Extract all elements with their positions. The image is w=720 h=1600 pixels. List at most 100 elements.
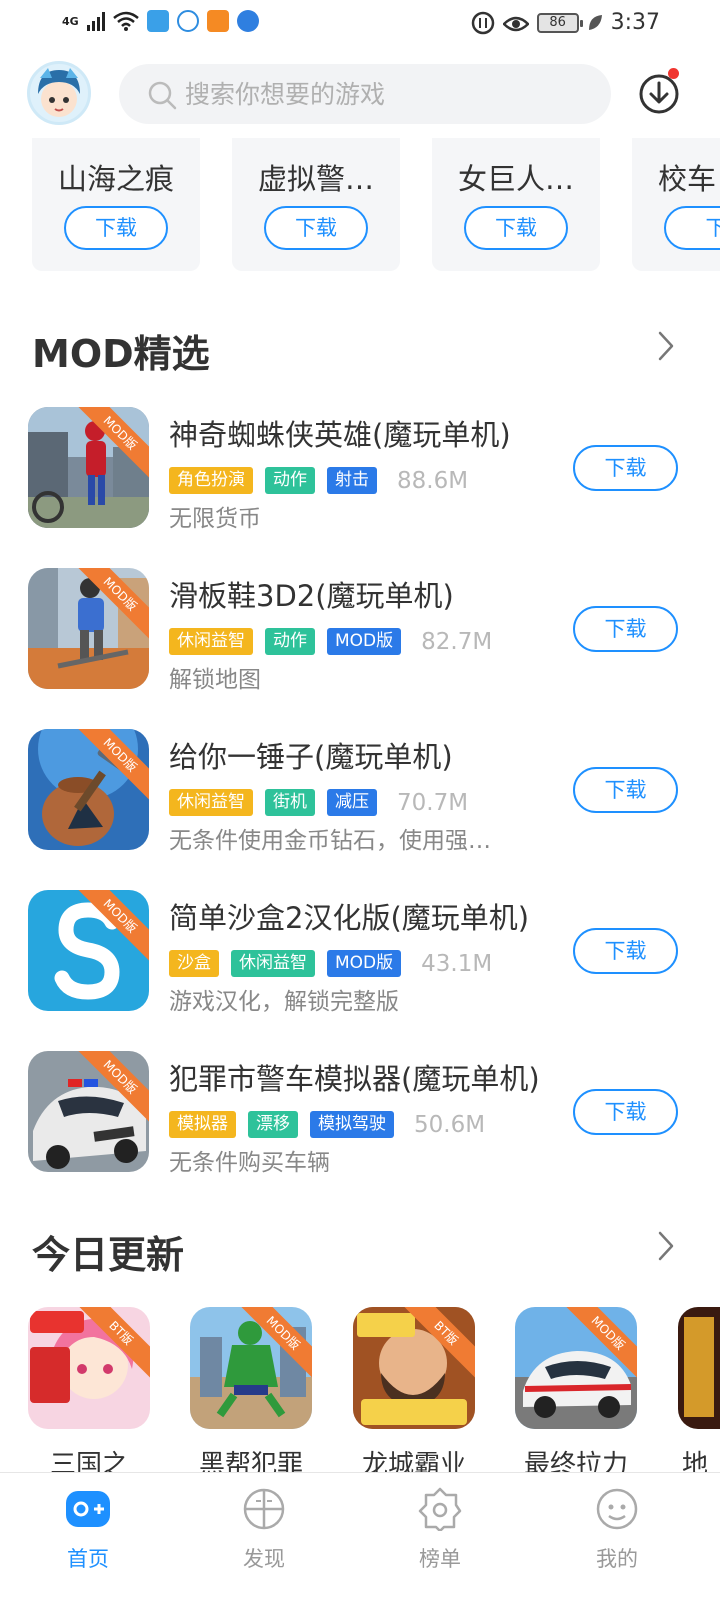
home-gamepad-icon [66, 1491, 110, 1527]
game-description: 无条件购买车辆 [169, 1150, 330, 1176]
tag: MOD版 [327, 628, 402, 655]
file-size: 70.7M [397, 789, 469, 816]
nav-label: 首页 [67, 1547, 109, 1571]
tag-list: 角色扮演 动作 射击 88.6M [169, 467, 468, 494]
nav-label: 发现 [243, 1547, 285, 1571]
search-icon [148, 81, 177, 110]
bottom-nav: 首页 发现 榜单 我的 [0, 1472, 720, 1600]
today-game-name: 地 [682, 1450, 709, 1472]
list-item[interactable]: MOD版 简单沙盒2汉化版(魔玩单机) 沙盒 休闲益智 MOD版 43.1M 游… [0, 890, 720, 1016]
nav-label: 我的 [596, 1547, 638, 1571]
clock: 3:37 [610, 10, 660, 35]
discover-icon [243, 1488, 285, 1530]
notification-app-icon [236, 10, 259, 32]
wifi-icon [112, 11, 139, 31]
download-button[interactable]: 下载 [573, 928, 678, 974]
nav-ranking[interactable]: 榜单 [385, 1487, 495, 1573]
search-input[interactable] [185, 64, 585, 124]
nav-home[interactable]: 首页 [33, 1487, 143, 1573]
today-game[interactable]: BT版 龙城霸业 [353, 1307, 475, 1472]
list-item[interactable]: MOD版 给你一锤子(魔玩单机) 休闲益智 街机 减压 70.7M 无条件使用金… [0, 729, 720, 855]
game-icon: MOD版 [28, 407, 149, 528]
game-card-name: 山海之痕 [57, 162, 174, 196]
tag: 沙盒 [169, 950, 219, 977]
tag: 休闲益智 [169, 789, 253, 816]
status-bar: 4G 86 3:37 [0, 0, 720, 52]
file-size: 82.7M [421, 628, 493, 655]
today-game-name: 龙城霸业 [361, 1450, 466, 1472]
tag-list: 休闲益智 街机 减压 70.7M [169, 789, 468, 816]
game-icon: MOD版 [28, 568, 149, 689]
game-card[interactable]: 女巨人… 下载 [432, 138, 600, 271]
game-icon: MOD版 [28, 729, 149, 850]
nav-label: 榜单 [419, 1547, 461, 1571]
download-button[interactable]: 下载 [573, 445, 678, 491]
tag: MOD版 [327, 950, 402, 977]
chevron-right-icon[interactable] [655, 330, 677, 362]
tag: 漂移 [248, 1111, 298, 1138]
list-item[interactable]: MOD版 滑板鞋3D2(魔玩单机) 休闲益智 动作 MOD版 82.7M 解锁地… [0, 568, 720, 694]
game-card[interactable]: 校车 下 [632, 138, 720, 271]
tag: 街机 [265, 789, 315, 816]
today-game[interactable]: BT版 三国之 [28, 1307, 150, 1472]
tag: 射击 [327, 467, 377, 494]
download-button[interactable]: 下载 [64, 206, 168, 250]
tag: 动作 [265, 467, 315, 494]
status-left: 4G [62, 10, 259, 32]
game-description: 解锁地图 [169, 667, 261, 693]
game-icon: MOD版 [190, 1307, 312, 1429]
download-button[interactable]: 下载 [573, 606, 678, 652]
game-card[interactable]: 虚拟警… 下载 [232, 138, 400, 271]
game-name: 滑板鞋3D2(魔玩单机) [169, 579, 454, 613]
today-game[interactable]: 地 [678, 1307, 720, 1472]
avatar[interactable] [27, 61, 91, 125]
today-game-name: 三国之 [49, 1450, 128, 1472]
ranking-icon [418, 1487, 462, 1531]
download-button[interactable]: 下载 [464, 206, 568, 250]
today-game-name: 黑帮犯罪 [198, 1450, 303, 1472]
download-button[interactable]: 下载 [573, 767, 678, 813]
search-bar[interactable] [119, 64, 611, 124]
tag: 模拟驾驶 [310, 1111, 394, 1138]
profile-icon [596, 1488, 638, 1530]
game-icon: MOD版 [28, 1051, 149, 1172]
signal-icon [86, 11, 105, 31]
game-name: 给你一锤子(魔玩单机) [169, 740, 453, 774]
section-title-mod: MOD精选 [32, 332, 210, 376]
notification-app-icon [146, 10, 169, 32]
game-card-name: 虚拟警… [257, 162, 374, 196]
download-button[interactable]: 下 [664, 206, 720, 250]
list-item[interactable]: MOD版 犯罪市警车模拟器(魔玩单机) 模拟器 漂移 模拟驾驶 50.6M 无条… [0, 1051, 720, 1177]
network-type: 4G [62, 14, 79, 28]
tag: 模拟器 [169, 1111, 236, 1138]
tag: 休闲益智 [231, 950, 315, 977]
game-card-name: 女巨人… [457, 162, 574, 196]
today-updates-row: BT版 三国之 MOD版 黑帮犯罪 BT版 龙城霸业 MOD版 最终拉力 地 [0, 1307, 720, 1472]
leaf-icon [588, 14, 602, 30]
nav-discover[interactable]: 发现 [209, 1487, 319, 1573]
download-button[interactable]: 下载 [264, 206, 368, 250]
tag: 减压 [327, 789, 377, 816]
tag: 休闲益智 [169, 628, 253, 655]
game-description: 无条件使用金币钻石，使用强… [169, 828, 491, 854]
notification-app-icon [176, 10, 199, 32]
game-name: 神奇蜘蛛侠英雄(魔玩单机) [169, 418, 511, 452]
game-description: 游戏汉化，解锁完整版 [169, 989, 399, 1015]
file-size: 50.6M [414, 1111, 486, 1138]
game-icon: BT版 [28, 1307, 150, 1429]
data-saver-icon [471, 11, 494, 34]
today-game[interactable]: MOD版 黑帮犯罪 [190, 1307, 312, 1472]
notification-dot [668, 68, 679, 79]
tag-list: 沙盒 休闲益智 MOD版 43.1M [169, 950, 492, 977]
section-title-today: 今日更新 [32, 1233, 185, 1277]
game-icon: MOD版 [515, 1307, 637, 1429]
status-right: 86 3:37 [471, 10, 660, 35]
chevron-right-icon[interactable] [655, 1230, 677, 1262]
tag-list: 休闲益智 动作 MOD版 82.7M [169, 628, 492, 655]
list-item[interactable]: MOD版 神奇蜘蛛侠英雄(魔玩单机) 角色扮演 动作 射击 88.6M 无限货币… [0, 407, 720, 533]
header [0, 58, 720, 134]
game-card[interactable]: 山海之痕 下载 [32, 138, 200, 271]
nav-profile[interactable]: 我的 [562, 1487, 672, 1573]
today-game[interactable]: MOD版 最终拉力 [515, 1307, 637, 1472]
download-button[interactable]: 下载 [573, 1089, 678, 1135]
